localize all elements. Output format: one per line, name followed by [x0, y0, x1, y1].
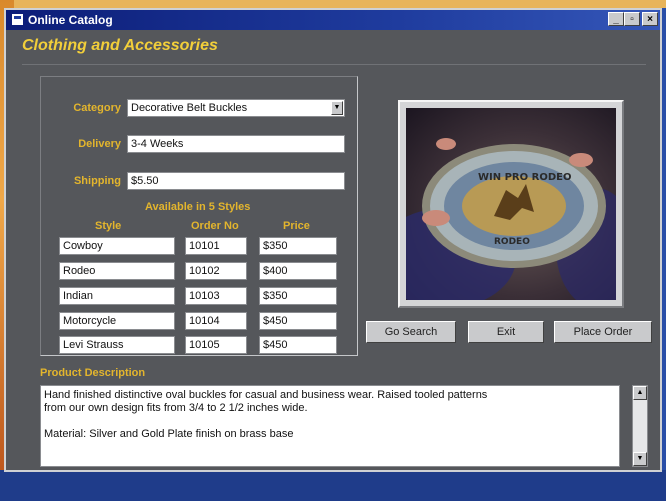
category-select[interactable]: Decorative Belt Buckles ▼ [127, 99, 345, 117]
price-field[interactable]: $450 [259, 336, 337, 354]
product-description-text[interactable]: Hand finished distinctive oval buckles f… [40, 385, 620, 467]
style-field[interactable]: Rodeo [59, 262, 175, 280]
order-field[interactable]: 10102 [185, 262, 247, 280]
description-blank [44, 415, 616, 428]
window-title: Online Catalog [28, 13, 113, 27]
order-field[interactable]: 10104 [185, 312, 247, 330]
go-search-button[interactable]: Go Search [366, 321, 456, 343]
minimize-button[interactable]: _ [608, 12, 624, 26]
title-bar[interactable]: Online Catalog _ ▫ × [6, 10, 660, 30]
description-scrollbar[interactable]: ▲ ▼ [632, 385, 648, 467]
scroll-down-icon[interactable]: ▼ [633, 452, 647, 466]
buckle-text-top: WIN PRO RODEO [478, 172, 571, 183]
shipping-label: Shipping [73, 175, 121, 187]
style-field[interactable]: Motorcycle [59, 312, 175, 330]
styles-heading: Available in 5 Styles [145, 201, 251, 213]
price-field[interactable]: $350 [259, 237, 337, 255]
order-column-header: Order No [191, 220, 239, 232]
category-label: Category [73, 102, 121, 114]
price-field[interactable]: $450 [259, 312, 337, 330]
buckle-text-bottom: RODEO [494, 237, 530, 247]
description-line: from our own design fits from 3/4 to 2 1… [44, 402, 308, 414]
background-bottom [0, 470, 666, 501]
order-field[interactable]: 10105 [185, 336, 247, 354]
product-description-label: Product Description [40, 367, 146, 379]
price-field[interactable]: $350 [259, 287, 337, 305]
description-line: Material: Silver and Gold Plate finish o… [44, 428, 294, 440]
style-column-header: Style [95, 220, 122, 232]
catalog-window: Online Catalog _ ▫ × Clothing and Access… [4, 8, 662, 472]
description-line: Hand finished distinctive oval buckles f… [44, 389, 488, 401]
order-form-group: Category Decorative Belt Buckles ▼ Deliv… [40, 76, 358, 356]
style-field[interactable]: Cowboy [59, 237, 175, 255]
shipping-field[interactable]: $5.50 [127, 172, 345, 190]
close-icon: × [647, 14, 653, 25]
maximize-button[interactable]: ▫ [624, 12, 640, 26]
style-field[interactable]: Indian [59, 287, 175, 305]
heading-divider [22, 64, 646, 65]
place-order-button[interactable]: Place Order [554, 321, 652, 343]
product-photo-frame: WIN PRO RODEO RODEO [398, 100, 624, 308]
exit-button[interactable]: Exit [468, 321, 544, 343]
style-field[interactable]: Levi Strauss [59, 336, 175, 354]
chevron-down-icon[interactable]: ▼ [331, 101, 343, 115]
background-strip [0, 0, 666, 8]
delivery-field[interactable]: 3-4 Weeks [127, 135, 345, 153]
price-field[interactable]: $400 [259, 262, 337, 280]
close-button[interactable]: × [642, 12, 658, 26]
minimize-icon: _ [613, 14, 619, 25]
price-column-header: Price [283, 220, 310, 232]
belt-buckle-image: WIN PRO RODEO RODEO [406, 138, 616, 300]
scroll-up-icon[interactable]: ▲ [633, 386, 647, 400]
product-photo: WIN PRO RODEO RODEO [406, 108, 616, 300]
restore-icon: ▫ [630, 14, 634, 25]
page-title: Clothing and Accessories [22, 37, 218, 54]
order-field[interactable]: 10103 [185, 287, 247, 305]
app-icon [12, 14, 23, 25]
delivery-label: Delivery [78, 138, 121, 150]
category-value: Decorative Belt Buckles [131, 102, 248, 114]
order-field[interactable]: 10101 [185, 237, 247, 255]
